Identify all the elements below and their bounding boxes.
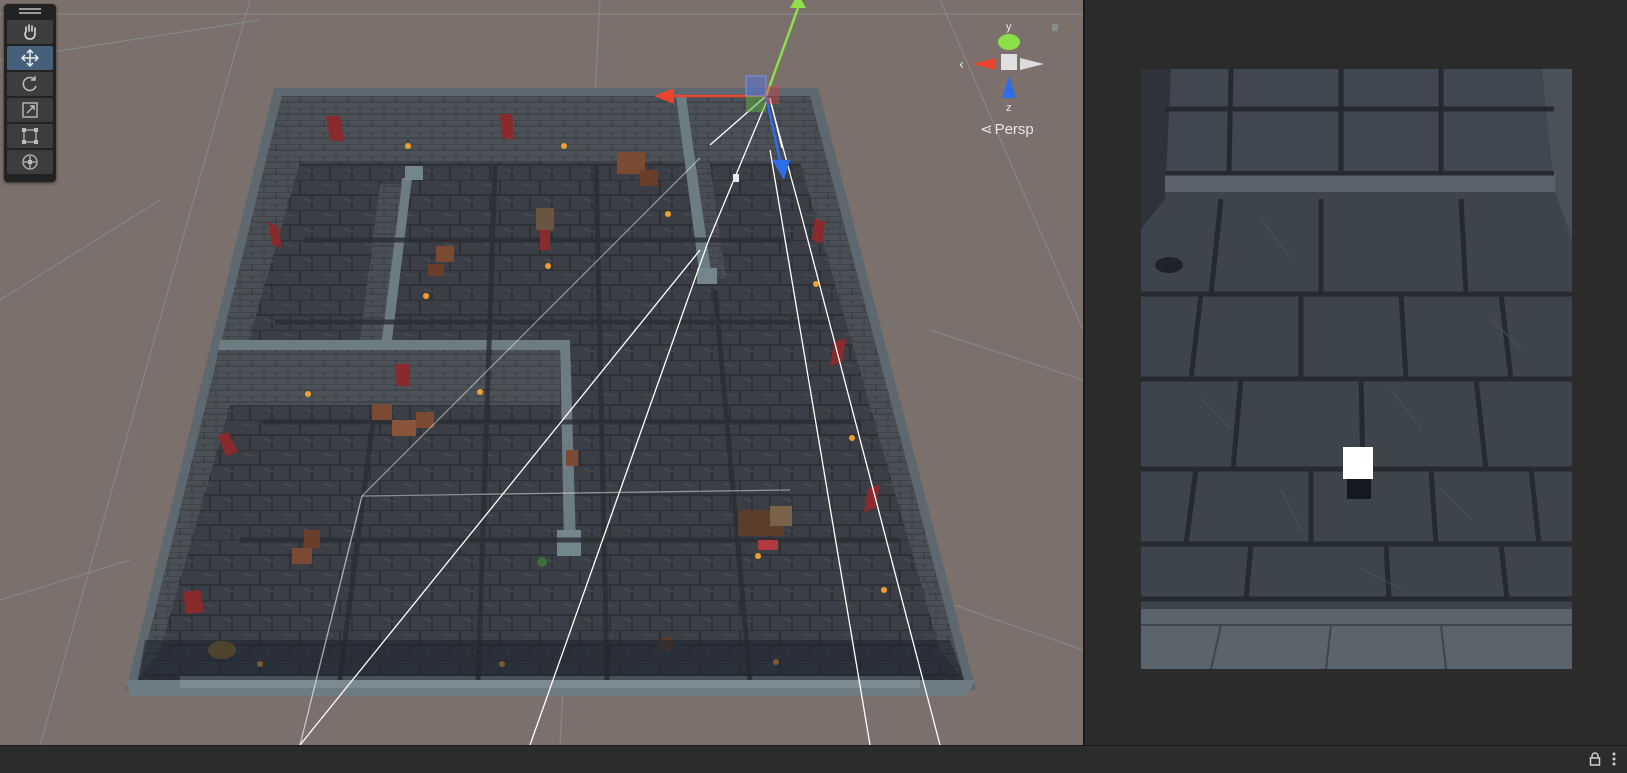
game-view-render[interactable] [1141, 69, 1572, 669]
scale-icon [22, 102, 38, 118]
camera-mode-text: Persp [994, 121, 1034, 138]
gizmo-z-cone[interactable] [1002, 76, 1016, 98]
gizmo-center-cube[interactable] [1001, 54, 1017, 70]
gizmo-z-label: z [1006, 102, 1012, 114]
gizmo-x-label: x [960, 59, 964, 71]
gizmo-x-cone[interactable] [972, 58, 996, 70]
move-tool-button[interactable] [7, 46, 53, 70]
hand-tool-button[interactable] [7, 20, 53, 44]
tool-palette-grip[interactable] [4, 4, 56, 18]
game-view-panel[interactable] [1083, 0, 1627, 745]
scale-tool-button[interactable] [7, 98, 53, 122]
lock-icon[interactable] [1589, 752, 1601, 766]
rect-transform-icon [22, 128, 38, 144]
player-cube [1343, 447, 1373, 479]
kebab-menu-icon[interactable] [1611, 752, 1617, 766]
persp-chevron-icon: ⋖ [980, 121, 993, 138]
status-bar [0, 745, 1627, 773]
gizmo-lock-icon[interactable] [1052, 24, 1058, 31]
y-axis-handle [790, 0, 806, 8]
scene-view[interactable]: y x z ⋖ Persp [0, 0, 1083, 745]
transform-icon [22, 154, 38, 170]
move-arrows-icon [21, 49, 39, 67]
camera-object[interactable] [733, 174, 739, 182]
scene-viewport[interactable] [0, 0, 1083, 745]
tool-palette[interactable] [4, 4, 56, 182]
gizmo-y-label: y [1006, 21, 1012, 33]
rotate-tool-button[interactable] [7, 72, 53, 96]
dungeon-room[interactable] [126, 88, 976, 696]
hand-icon [24, 24, 36, 40]
transform-tool-button[interactable] [7, 150, 53, 174]
gizmo-neg-x-cone[interactable] [1020, 58, 1044, 70]
rect-tool-button[interactable] [7, 124, 53, 148]
game-render-image [1141, 69, 1572, 669]
camera-mode-label[interactable]: ⋖ Persp [980, 120, 1034, 138]
gizmo-y-cone[interactable] [998, 34, 1020, 50]
rotate-icon [22, 76, 37, 92]
